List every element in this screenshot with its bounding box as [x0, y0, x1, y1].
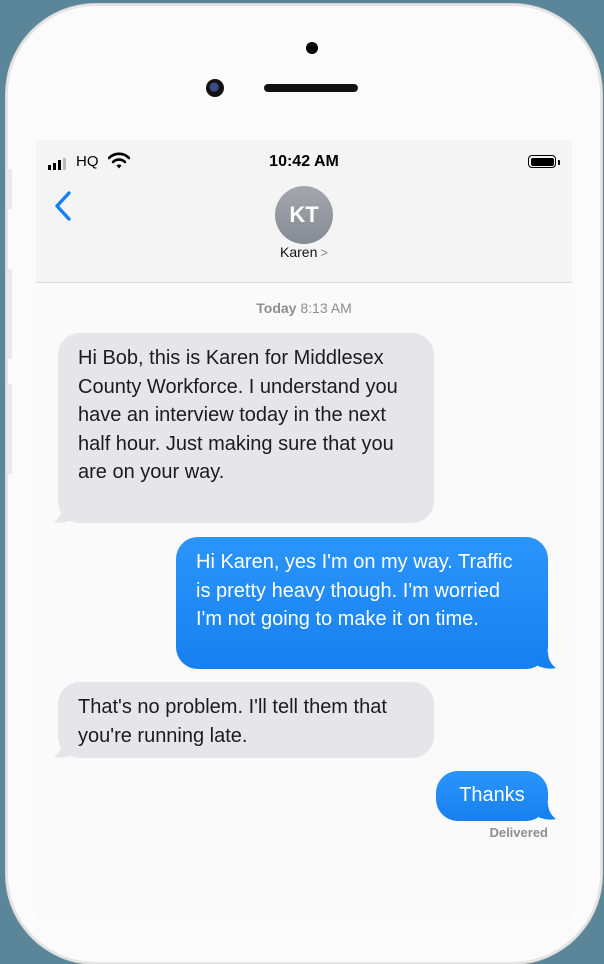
- battery-tip: [558, 160, 560, 165]
- contact-name: Karen: [280, 244, 318, 260]
- earpiece-speaker: [264, 84, 358, 92]
- status-bar: HQ 10:42 AM: [36, 152, 572, 173]
- delivery-status: Delivered: [489, 825, 548, 840]
- timestamp-time: 8:13 AM: [300, 300, 352, 316]
- status-time: 10:42 AM: [269, 153, 339, 170]
- chevron-right-icon: >: [320, 245, 328, 260]
- volume-up-button: [6, 269, 12, 359]
- back-chevron-icon: [55, 191, 71, 221]
- message-text: Thanks: [459, 784, 525, 806]
- front-camera: [206, 79, 224, 97]
- timestamp-day: Today: [256, 300, 297, 316]
- volume-down-button: [6, 384, 12, 474]
- back-button[interactable]: [52, 190, 76, 222]
- message-bubble-outgoing[interactable]: Hi Karen, yes I'm on my way. Traffic is …: [176, 537, 548, 669]
- message-text: That's no problem. I'll tell them that y…: [78, 696, 387, 747]
- conversation-header: HQ 10:42 AM KT Karen >: [36, 140, 572, 283]
- battery-icon: [528, 155, 556, 168]
- message-bubble-incoming[interactable]: Hi Bob, this is Karen for Middlesex Coun…: [58, 333, 434, 523]
- message-bubble-incoming[interactable]: That's no problem. I'll tell them that y…: [58, 682, 434, 758]
- message-bubble-outgoing[interactable]: Thanks: [436, 771, 548, 821]
- contact-name-button[interactable]: Karen >: [36, 244, 572, 260]
- contact-avatar[interactable]: KT: [275, 186, 333, 244]
- message-text: Hi Karen, yes I'm on my way. Traffic is …: [196, 551, 513, 630]
- proximity-sensor: [306, 42, 318, 54]
- mute-switch: [6, 169, 12, 209]
- message-text: Hi Bob, this is Karen for Middlesex Coun…: [78, 347, 398, 483]
- messages-screen: HQ 10:42 AM KT Karen > Today 8:13 AM Hi …: [36, 140, 572, 917]
- message-timestamp: Today 8:13 AM: [36, 300, 572, 316]
